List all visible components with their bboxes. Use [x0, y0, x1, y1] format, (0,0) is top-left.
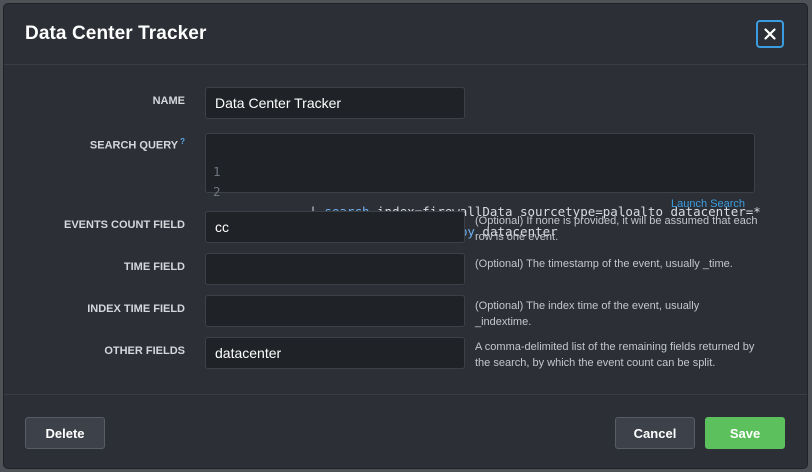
edit-dialog: Data Center Tracker NAME SEARCH QUERY? 1…: [4, 4, 807, 468]
code-line: 1 | search index=firewallData sourcetype…: [206, 142, 761, 219]
events-count-field-input[interactable]: [205, 211, 465, 243]
search-query-label: SEARCH QUERY?: [90, 137, 185, 152]
delete-button[interactable]: Delete: [25, 417, 105, 449]
index-time-field-input[interactable]: [205, 295, 465, 327]
other-fields-input[interactable]: [205, 337, 465, 369]
search-query-editor[interactable]: 1 | search index=firewallData sourcetype…: [205, 133, 761, 239]
name-input[interactable]: [205, 87, 465, 119]
cancel-button[interactable]: Cancel: [615, 417, 695, 449]
dialog-header: Data Center Tracker: [4, 4, 807, 65]
index-time-field-label: INDEX TIME FIELD: [87, 303, 185, 315]
save-button[interactable]: Save: [705, 417, 785, 449]
close-button[interactable]: [756, 20, 784, 48]
close-icon: [764, 28, 776, 40]
other-fields-label: OTHER FIELDS: [104, 345, 185, 357]
time-field-input[interactable]: [205, 253, 465, 285]
events-count-field-label: EVENTS COUNT FIELD: [63, 219, 185, 231]
search-query-label-text: SEARCH QUERY: [89, 139, 179, 152]
name-label: NAME: [152, 95, 185, 107]
code-line: 2 | stats count as cc by datacenter: [206, 162, 558, 239]
time-field-help: (Optional) The timestamp of the event, u…: [475, 258, 733, 270]
dialog-footer: Delete Cancel Save: [4, 394, 807, 468]
help-icon[interactable]: ?: [180, 137, 185, 146]
index-time-field-help: (Optional) The index time of the event, …: [475, 300, 700, 328]
line-number: 2: [213, 184, 221, 199]
dialog-body: NAME SEARCH QUERY? 1 | search index=fire…: [4, 65, 807, 393]
time-field-label: TIME FIELD: [123, 261, 185, 273]
dialog-title: Data Center Tracker: [25, 23, 207, 44]
events-count-field-help: (Optional) If none is provided, it will …: [475, 215, 758, 243]
other-fields-help: A comma-delimited list of the remaining …: [475, 341, 755, 369]
launch-search-link[interactable]: Launch Search: [671, 198, 745, 210]
